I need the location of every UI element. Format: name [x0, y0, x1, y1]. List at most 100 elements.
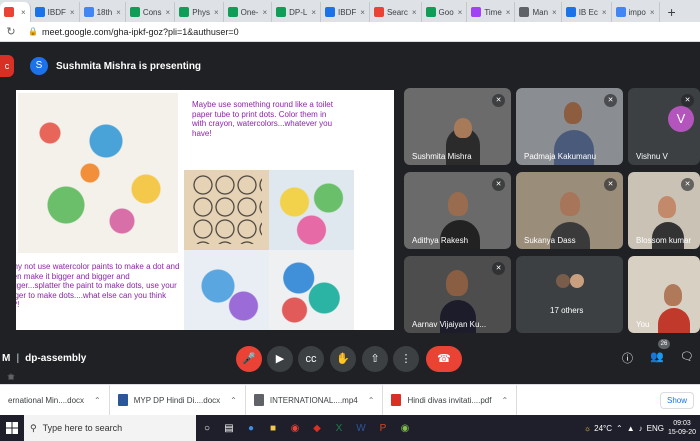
- leave-call-button[interactable]: ☎: [426, 346, 462, 372]
- raise-hand-button[interactable]: ✋: [330, 346, 356, 372]
- downloads-bar: ernational Min....docx ⌃ MYP DP Hindi Di…: [0, 384, 700, 416]
- browser-tab[interactable]: ×: [0, 2, 31, 22]
- presenting-bar: c S Sushmita Mishra is presenting: [0, 52, 700, 80]
- browser-tab[interactable]: IBDF ×: [321, 2, 370, 22]
- browser-tab[interactable]: Cons ×: [126, 2, 176, 22]
- tab-label: Cons: [142, 7, 162, 17]
- mic-toggle-button[interactable]: 🎤: [236, 346, 262, 372]
- others-avatar: [556, 274, 570, 288]
- download-item[interactable]: ernational Min....docx ⌃: [0, 384, 110, 416]
- participant-count-badge: 26: [658, 339, 670, 349]
- info-icon[interactable]: ⓘ: [622, 350, 633, 366]
- captions-button[interactable]: cc: [298, 346, 324, 372]
- show-all-button[interactable]: Show: [659, 391, 694, 409]
- meeting-name: dp-assembly: [25, 352, 87, 364]
- download-filename: Hindi divas invitati....pdf: [407, 395, 492, 405]
- close-icon[interactable]: ×: [116, 8, 121, 17]
- slide-text-top: Maybe use something round like a toilet …: [192, 100, 333, 138]
- participant-tile[interactable]: ✕ Sukanya Dass: [516, 172, 623, 249]
- browser-tab[interactable]: Phys ×: [175, 2, 224, 22]
- browser-tab[interactable]: IB Ec ×: [562, 2, 612, 22]
- browser-tab[interactable]: One- ×: [224, 2, 273, 22]
- reload-icon[interactable]: ↻: [0, 25, 22, 38]
- browser-tab[interactable]: Man ×: [515, 2, 562, 22]
- download-item[interactable]: INTERNATIONAL....mp4 ⌃: [246, 384, 384, 416]
- windows-start-icon[interactable]: [0, 415, 24, 441]
- close-icon[interactable]: ×: [262, 8, 267, 17]
- others-tile[interactable]: 17 others: [516, 256, 623, 333]
- app-icon[interactable]: ◉: [394, 415, 416, 441]
- url-field[interactable]: meet.google.com/gha-ipkf-goz?pli=1&authu…: [42, 27, 700, 37]
- tab-label: IBDF: [47, 7, 66, 17]
- close-icon[interactable]: ×: [311, 8, 316, 17]
- task-view-icon[interactable]: ▤: [218, 415, 240, 441]
- tab-favicon-icon: [373, 7, 384, 17]
- close-icon[interactable]: ×: [458, 8, 463, 17]
- more-options-button[interactable]: ⋮: [393, 346, 419, 372]
- participant-tile[interactable]: ✕ Blossom kumar: [628, 172, 700, 249]
- powerpoint-icon[interactable]: P: [372, 415, 394, 441]
- close-icon[interactable]: ×: [21, 8, 26, 17]
- present-indicator[interactable]: c: [0, 55, 14, 77]
- chevron-up-icon[interactable]: ⌃: [501, 396, 508, 405]
- lock-icon[interactable]: 🔒: [28, 27, 38, 36]
- mic-off-icon: ✕: [681, 94, 694, 107]
- close-icon[interactable]: ×: [214, 8, 219, 17]
- tab-label: Time: [484, 7, 502, 17]
- participant-tile[interactable]: ✕ Adithya Rakesh: [404, 172, 511, 249]
- file-explorer-icon[interactable]: ■: [262, 415, 284, 441]
- word-file-icon: [117, 394, 128, 406]
- chevron-up-icon[interactable]: ⌃: [230, 396, 237, 405]
- tab-favicon-icon: [34, 7, 45, 17]
- browser-tab[interactable]: Searc ×: [370, 2, 422, 22]
- tab-favicon-icon: [129, 7, 140, 17]
- close-icon[interactable]: ×: [360, 8, 365, 17]
- close-icon[interactable]: ×: [650, 8, 655, 17]
- close-icon[interactable]: ×: [412, 8, 417, 17]
- taskbar-search[interactable]: ⚲ Type here to search: [24, 415, 196, 441]
- clock[interactable]: 09:03 15-09-20: [668, 419, 696, 437]
- browser-tab[interactable]: Goo ×: [422, 2, 468, 22]
- close-icon[interactable]: ×: [166, 8, 171, 17]
- download-item[interactable]: MYP DP Hindi Di....docx ⌃: [110, 384, 246, 416]
- close-icon[interactable]: ×: [602, 8, 607, 17]
- browser-tab[interactable]: impo ×: [612, 2, 660, 22]
- app-icon[interactable]: ◆: [306, 415, 328, 441]
- network-icon[interactable]: ▲: [627, 424, 635, 433]
- address-bar: ↻ 🔒 meet.google.com/gha-ipkf-goz?pli=1&a…: [0, 22, 700, 383]
- mic-off-icon: ✕: [492, 262, 505, 275]
- browser-tab[interactable]: 18th ×: [80, 2, 126, 22]
- chevron-up-icon[interactable]: ⌃: [616, 424, 623, 433]
- close-icon[interactable]: ×: [552, 8, 557, 17]
- tab-label: Goo: [438, 7, 454, 17]
- chat-icon[interactable]: 🗨: [680, 350, 694, 363]
- tab-label: IB Ec: [578, 7, 598, 17]
- volume-icon[interactable]: ♪: [639, 424, 643, 433]
- system-tray: ☼ 24°C ⌃ ▲ ♪ ENG 09:03 15-09-20: [584, 419, 700, 437]
- participant-tile[interactable]: ✕ Aarnav Vijaiyan Ku...: [404, 256, 511, 333]
- self-tile[interactable]: You: [628, 256, 700, 333]
- browser-tab[interactable]: Time ×: [467, 2, 516, 22]
- cortana-icon[interactable]: ○: [196, 415, 218, 441]
- camera-toggle-button[interactable]: ▶: [267, 346, 293, 372]
- weather-temp[interactable]: 24°C: [594, 424, 612, 433]
- chevron-up-icon[interactable]: ⌃: [368, 396, 375, 405]
- excel-icon[interactable]: X: [328, 415, 350, 441]
- participant-tile[interactable]: ✕ Sushmita Mishra: [404, 88, 511, 165]
- edge-icon[interactable]: ●: [240, 415, 262, 441]
- language-indicator[interactable]: ENG: [647, 424, 664, 433]
- close-icon[interactable]: ×: [70, 8, 75, 17]
- new-tab-button[interactable]: +: [660, 2, 684, 22]
- chrome-icon[interactable]: ◉: [284, 415, 306, 441]
- browser-tab[interactable]: DP-L ×: [272, 2, 322, 22]
- participant-tile[interactable]: ✕ Padmaja Kakumanu: [516, 88, 623, 165]
- people-icon[interactable]: 👥: [650, 350, 664, 363]
- word-icon[interactable]: W: [350, 415, 372, 441]
- chevron-up-icon[interactable]: ⌃: [94, 396, 101, 405]
- search-placeholder: Type here to search: [42, 423, 123, 433]
- close-icon[interactable]: ×: [506, 8, 511, 17]
- present-button[interactable]: ⇧: [362, 346, 388, 372]
- download-item[interactable]: Hindi divas invitati....pdf ⌃: [383, 384, 518, 416]
- browser-tab[interactable]: IBDF ×: [31, 2, 80, 22]
- participant-tile[interactable]: V ✕ Vishnu V: [628, 88, 700, 165]
